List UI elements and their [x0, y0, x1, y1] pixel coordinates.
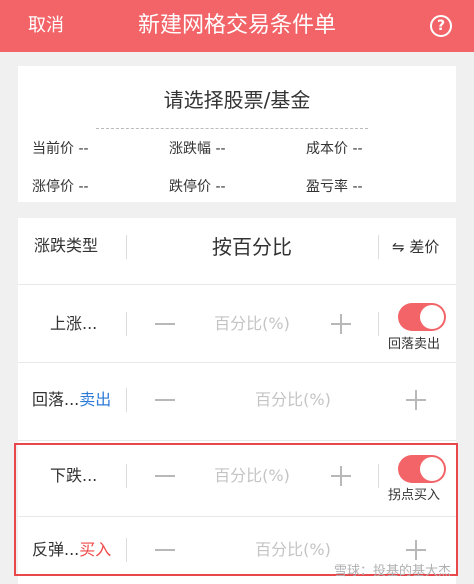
plus-button[interactable]: [331, 314, 351, 334]
fall-back-sell-toggle[interactable]: [398, 303, 446, 331]
row-divider: [18, 440, 456, 441]
stock-card: 请选择股票/基金 当前价 -- 涨跌幅 -- 成本价 -- 涨停价 -- 跌停价…: [18, 66, 456, 202]
top-bar: 取消 新建网格交易条件单 ?: [0, 0, 474, 52]
watermark: 雪球：投基的基大杰: [334, 564, 452, 579]
pullback-label: 回落...卖出: [32, 389, 111, 411]
plus-button[interactable]: [406, 390, 426, 410]
stock-select-underline: [96, 128, 368, 129]
rise-label: 上涨...: [50, 314, 98, 333]
limit-up-price: 涨停价 --: [32, 179, 89, 195]
minus-button[interactable]: [155, 323, 175, 325]
divider: [378, 312, 379, 336]
stock-select[interactable]: 请选择股票/基金: [18, 86, 456, 114]
limit-down-price: 跌停价 --: [169, 179, 226, 195]
row-divider: [18, 362, 456, 363]
row-divider: [18, 284, 456, 285]
fall-back-sell-caption: 回落卖出: [388, 337, 441, 352]
pullback-pct-input[interactable]: 百分比(%): [228, 389, 358, 411]
help-icon[interactable]: ?: [430, 15, 452, 37]
type-label: 涨跌类型: [34, 236, 99, 255]
divider: [126, 388, 127, 412]
switch-mode-button[interactable]: ⇋ 差价: [392, 236, 439, 258]
toggle-knob: [420, 305, 444, 329]
divider: [126, 312, 127, 336]
rise-pct-input[interactable]: 百分比(%): [187, 313, 317, 335]
mode-label: 按百分比: [212, 235, 292, 259]
cost-price: 成本价 --: [306, 141, 363, 157]
sell-label: 卖出: [79, 390, 112, 409]
change-pct: 涨跌幅 --: [169, 141, 226, 157]
page-title: 新建网格交易条件单: [137, 13, 336, 38]
highlight-box: [14, 443, 458, 576]
minus-button[interactable]: [155, 399, 175, 401]
profit-rate: 盈亏率 --: [306, 179, 363, 195]
divider: [378, 235, 379, 259]
pullback-label-text: 回落...: [32, 390, 80, 409]
current-price: 当前价 --: [32, 141, 89, 157]
